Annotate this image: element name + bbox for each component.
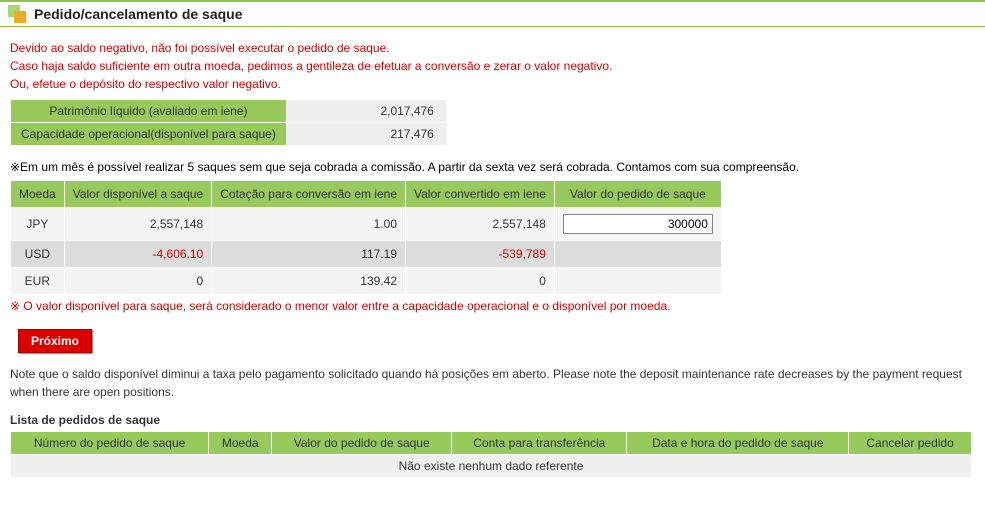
cur-jpy: JPY — [11, 208, 65, 241]
request-cell-usd — [554, 241, 721, 268]
balance-row-eur: EUR 0 139.42 0 — [11, 268, 722, 295]
request-cell-eur — [554, 268, 721, 295]
cur-usd: USD — [11, 241, 65, 268]
col-header-currency: Moeda — [11, 181, 65, 208]
maintenance-note: Note que o saldo disponível diminui a ta… — [10, 365, 975, 401]
next-button[interactable]: Próximo — [18, 329, 92, 353]
summary-row-capacity: Capacidade operacional(disponível para s… — [11, 123, 447, 146]
requests-section-title: Lista de pedidos de saque — [10, 413, 975, 427]
available-eur: 0 — [64, 268, 212, 295]
commission-note: ※Em um mês é possível realizar 5 saques … — [10, 160, 975, 174]
col-header-converted: Valor convertido em iene — [406, 181, 555, 208]
req-col-datetime: Data e hora do pedido de saque — [627, 432, 849, 455]
withdrawal-amount-input[interactable] — [563, 214, 713, 234]
summary-table: Patrimônio líquido (avaliado em iene) 2,… — [10, 99, 447, 146]
request-cell-jpy — [554, 208, 721, 241]
req-col-currency: Moeda — [209, 432, 272, 455]
cur-eur: EUR — [11, 268, 65, 295]
warning-line-1: Devido ao saldo negativo, não foi possív… — [10, 39, 975, 57]
warning-message: Devido ao saldo negativo, não foi possív… — [10, 39, 975, 93]
col-header-rate: Cotação para conversão em iene — [212, 181, 406, 208]
equity-value: 2,017,476 — [286, 100, 446, 123]
warning-line-3: Ou, efetue o depósito do respectivo valo… — [10, 75, 975, 93]
converted-jpy: 2,557,148 — [406, 208, 555, 241]
rate-eur: 139.42 — [212, 268, 406, 295]
capacity-label: Capacidade operacional(disponível para s… — [11, 123, 287, 146]
req-col-amount: Valor do pedido de saque — [272, 432, 452, 455]
converted-usd: -539,789 — [406, 241, 555, 268]
col-header-available: Valor disponível a saque — [64, 181, 212, 208]
limit-note: ※ O valor disponível para saque, será co… — [10, 299, 975, 313]
equity-label: Patrimônio líquido (avaliado em iene) — [11, 100, 287, 123]
page-title: Pedido/cancelamento de saque — [34, 6, 243, 22]
req-col-cancel: Cancelar pedido — [849, 432, 972, 455]
capacity-value: 217,476 — [286, 123, 446, 146]
available-jpy: 2,557,148 — [64, 208, 212, 241]
converted-eur: 0 — [406, 268, 555, 295]
balance-table: Moeda Valor disponível a saque Cotação p… — [10, 180, 722, 295]
col-header-request: Valor do pedido de saque — [554, 181, 721, 208]
summary-row-equity: Patrimônio líquido (avaliado em iene) 2,… — [11, 100, 447, 123]
rate-usd: 117.19 — [212, 241, 406, 268]
logo-icon — [8, 5, 26, 23]
balance-row-usd: USD -4,606.10 117.19 -539,789 — [11, 241, 722, 268]
req-col-account: Conta para transferência — [452, 432, 627, 455]
requests-table: Número do pedido de saque Moeda Valor do… — [10, 431, 972, 478]
rate-jpy: 1.00 — [212, 208, 406, 241]
requests-empty-message: Não existe nenhum dado referente — [11, 455, 972, 478]
warning-line-2: Caso haja saldo suficiente em outra moed… — [10, 57, 975, 75]
balance-row-jpy: JPY 2,557,148 1.00 2,557,148 — [11, 208, 722, 241]
page-header: Pedido/cancelamento de saque — [0, 2, 985, 27]
req-col-number: Número do pedido de saque — [11, 432, 209, 455]
available-usd: -4,606.10 — [64, 241, 212, 268]
